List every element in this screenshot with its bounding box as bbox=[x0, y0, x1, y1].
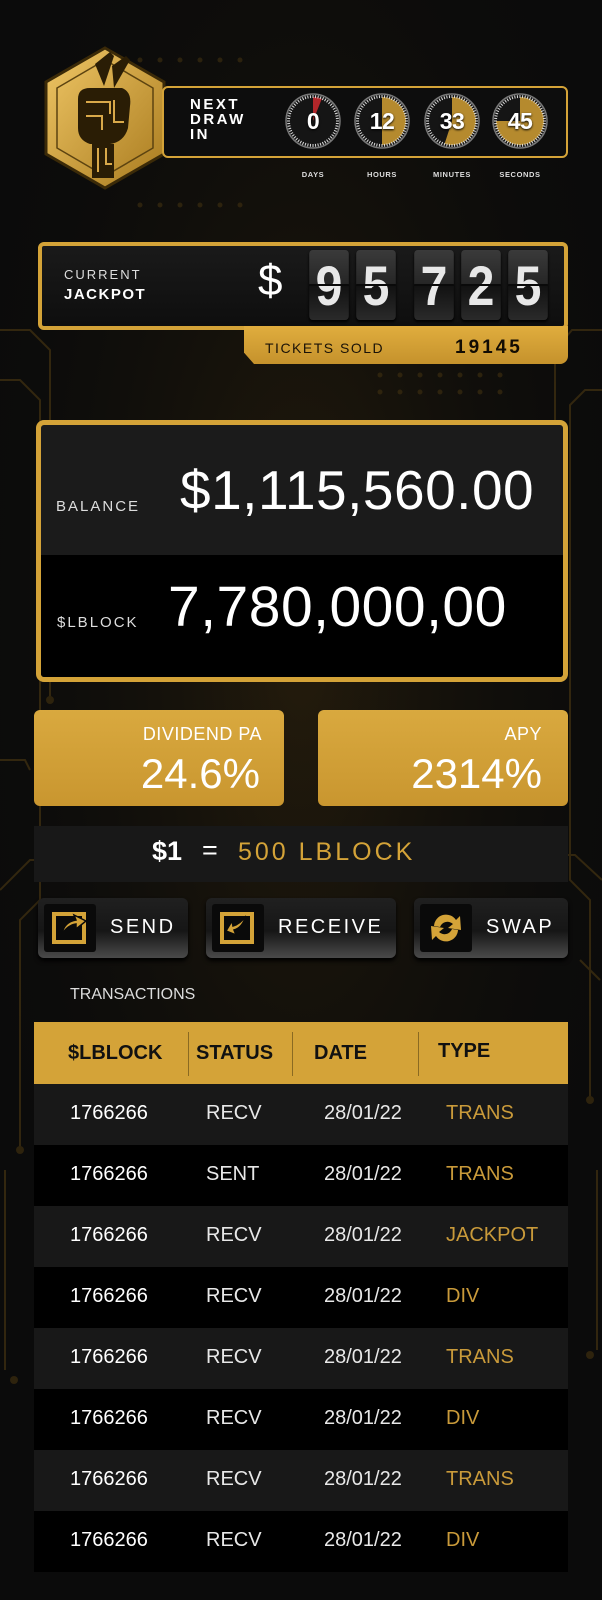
table-row[interactable]: 1766266 RECV 28/01/22 TRANS bbox=[34, 1450, 568, 1511]
hours-dial: 12 bbox=[353, 92, 411, 150]
column-header-type[interactable]: TYPE bbox=[438, 1040, 490, 1063]
cell-type: JACKPOT bbox=[446, 1224, 539, 1246]
cell-type: TRANS bbox=[446, 1163, 514, 1185]
jackpot-label-current: CURRENT bbox=[64, 267, 142, 282]
cell-date: 28/01/22 bbox=[324, 1468, 402, 1490]
seconds-label: SECONDS bbox=[499, 170, 541, 179]
token-value: 7,780,000,00 bbox=[168, 575, 507, 639]
table-body: 1766266 RECV 28/01/22 TRANS 1766266 SENT… bbox=[34, 1084, 568, 1572]
cell-type: TRANS bbox=[446, 1102, 514, 1124]
cell-amount: 1766266 bbox=[70, 1102, 148, 1124]
jackpot-digit: 7 bbox=[414, 250, 454, 320]
column-divider bbox=[292, 1032, 293, 1076]
minutes-value: 33 bbox=[439, 107, 465, 134]
table-row[interactable]: 1766266 RECV 28/01/22 TRANS bbox=[34, 1084, 568, 1145]
transactions-heading: TRANSACTIONS bbox=[70, 986, 196, 1003]
cell-date: 28/01/22 bbox=[324, 1285, 402, 1307]
jackpot-digit: 5 bbox=[356, 250, 396, 320]
dividend-value: 24.6% bbox=[140, 750, 260, 797]
column-header-status[interactable]: STATUS bbox=[196, 1042, 273, 1065]
receive-icon bbox=[220, 912, 254, 944]
cell-status: SENT bbox=[206, 1163, 260, 1185]
jackpot-digit: 2 bbox=[461, 250, 501, 320]
rate-dollar: $1 bbox=[152, 836, 183, 866]
table-row[interactable]: 1766266 RECV 28/01/22 JACKPOT bbox=[34, 1206, 568, 1267]
days-label: DAYS bbox=[301, 170, 325, 179]
rate-equals: = bbox=[202, 835, 218, 865]
table-row[interactable]: 1766266 SENT 28/01/22 TRANS bbox=[34, 1145, 568, 1206]
days-dial: 0 bbox=[284, 92, 342, 150]
minutes-label: MINUTES bbox=[433, 170, 471, 179]
minutes-dial: 33 bbox=[423, 92, 481, 150]
jackpot-currency: $ bbox=[258, 256, 283, 305]
table-row[interactable]: 1766266 RECV 28/01/22 DIV bbox=[34, 1267, 568, 1328]
cell-status: RECV bbox=[206, 1285, 262, 1307]
receive-label: RECEIVE bbox=[278, 916, 384, 938]
column-header-date[interactable]: DATE bbox=[314, 1042, 367, 1065]
next-draw-title: NEXT DRAW IN bbox=[190, 96, 246, 143]
cell-amount: 1766266 bbox=[70, 1529, 148, 1551]
apy-value: 2314% bbox=[411, 750, 542, 797]
table-row[interactable]: 1766266 RECV 28/01/22 DIV bbox=[34, 1389, 568, 1450]
cell-date: 28/01/22 bbox=[324, 1529, 402, 1551]
cell-status: RECV bbox=[206, 1346, 262, 1368]
cell-status: RECV bbox=[206, 1102, 262, 1124]
cell-date: 28/01/22 bbox=[324, 1102, 402, 1124]
crossed-fingers-logo-icon bbox=[44, 46, 166, 190]
cell-date: 28/01/22 bbox=[324, 1407, 402, 1429]
cell-type: DIV bbox=[446, 1407, 480, 1429]
receive-button[interactable]: RECEIVE bbox=[206, 898, 396, 958]
cell-type: TRANS bbox=[446, 1346, 514, 1368]
send-icon-box bbox=[44, 904, 96, 952]
days-value: 0 bbox=[306, 107, 320, 134]
hours-label: HOURS bbox=[366, 170, 398, 179]
cell-status: RECV bbox=[206, 1468, 262, 1490]
cell-status: RECV bbox=[206, 1529, 262, 1551]
jackpot-digit: 5 bbox=[508, 250, 548, 320]
send-button[interactable]: SEND bbox=[38, 898, 188, 958]
cell-type: DIV bbox=[446, 1529, 480, 1551]
send-icon bbox=[52, 912, 88, 944]
column-divider bbox=[418, 1032, 419, 1076]
dividend-label: DIVIDEND PA bbox=[142, 724, 262, 744]
cell-amount: 1766266 bbox=[70, 1468, 148, 1490]
column-divider bbox=[188, 1032, 189, 1076]
cell-date: 28/01/22 bbox=[324, 1163, 402, 1185]
token-label: $LBLOCK bbox=[57, 614, 139, 631]
send-label: SEND bbox=[110, 916, 176, 938]
receive-icon-box bbox=[212, 904, 264, 952]
cell-amount: 1766266 bbox=[70, 1346, 148, 1368]
rate-token-amount: 500 LBLOCK bbox=[238, 838, 416, 866]
jackpot-label-jackpot: JACKPOT bbox=[64, 286, 147, 303]
seconds-value: 45 bbox=[507, 107, 533, 134]
swap-icon bbox=[431, 914, 461, 942]
cell-type: TRANS bbox=[446, 1468, 514, 1490]
cell-amount: 1766266 bbox=[70, 1224, 148, 1246]
transactions-table: $LBLOCK STATUS DATE TYPE 1766266 RECV 28… bbox=[34, 1022, 568, 1572]
tickets-sold-label: TICKETS SOLD bbox=[265, 340, 385, 356]
next-draw-label: NEXT DRAW IN bbox=[190, 97, 270, 142]
swap-button[interactable]: SWAP bbox=[414, 898, 568, 958]
table-row[interactable]: 1766266 RECV 28/01/22 TRANS bbox=[34, 1328, 568, 1389]
jackpot-digit: 9 bbox=[309, 250, 349, 320]
seconds-dial: 45 bbox=[491, 92, 549, 150]
balance-label: BALANCE bbox=[56, 498, 141, 515]
tickets-sold-value: 19145 bbox=[455, 337, 523, 358]
cell-date: 28/01/22 bbox=[324, 1224, 402, 1246]
table-row[interactable]: 1766266 RECV 28/01/22 DIV bbox=[34, 1511, 568, 1572]
balance-value: $1,115,560.00 bbox=[180, 459, 535, 521]
cell-date: 28/01/22 bbox=[324, 1346, 402, 1368]
hours-value: 12 bbox=[369, 107, 395, 134]
column-header-lblock[interactable]: $LBLOCK bbox=[68, 1042, 162, 1065]
cell-status: RECV bbox=[206, 1224, 262, 1246]
table-header: $LBLOCK STATUS DATE TYPE bbox=[34, 1022, 568, 1084]
cell-amount: 1766266 bbox=[70, 1163, 148, 1185]
cell-amount: 1766266 bbox=[70, 1407, 148, 1429]
apy-label: APY bbox=[504, 724, 542, 744]
cell-type: DIV bbox=[446, 1285, 480, 1307]
swap-icon-box bbox=[420, 904, 472, 952]
cell-amount: 1766266 bbox=[70, 1285, 148, 1307]
cell-status: RECV bbox=[206, 1407, 262, 1429]
swap-label: SWAP bbox=[486, 916, 555, 938]
